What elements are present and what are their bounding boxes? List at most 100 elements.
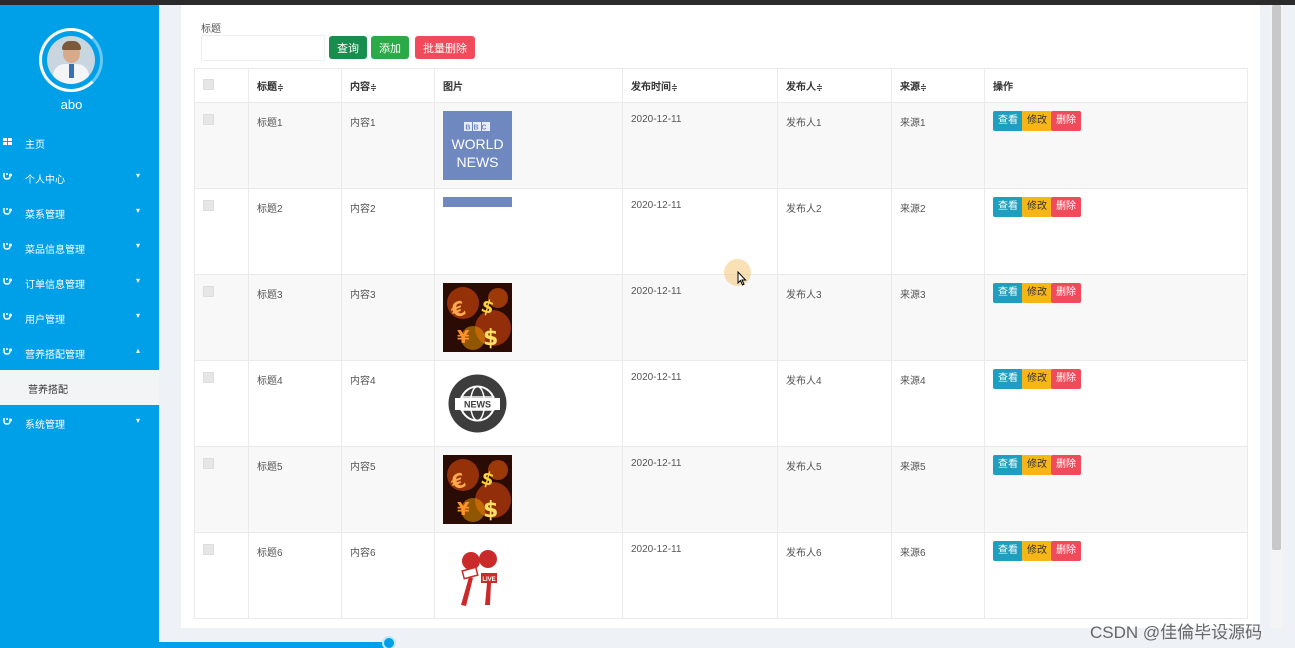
title-search-input[interactable] bbox=[201, 35, 325, 61]
query-button[interactable]: 查询 bbox=[329, 36, 367, 59]
date-cell: 2020-12-11 bbox=[622, 274, 778, 361]
progress-knob[interactable] bbox=[382, 636, 396, 648]
sidebar-item-label: 订单信息管理 bbox=[25, 280, 85, 291]
sort-icon[interactable]: ≑ bbox=[920, 83, 927, 92]
sidebar-item-row[interactable]: 菜品信息管理 ▾ bbox=[0, 230, 159, 265]
view-button[interactable]: 查看 bbox=[993, 541, 1023, 561]
progress-line bbox=[159, 642, 389, 648]
sidebar-item-row[interactable]: 营养搭配 bbox=[0, 370, 159, 405]
sidebar-item[interactable]: 主页 bbox=[0, 125, 159, 160]
sidebar-item-row[interactable]: 营养搭配管理 ▴ bbox=[0, 335, 159, 370]
publisher-cell: 发布人2 bbox=[777, 188, 892, 275]
sidebar-item[interactable]: 个人中心 ▾ bbox=[0, 160, 159, 195]
stethoscope-icon bbox=[3, 173, 12, 180]
delete-button[interactable]: 删除 bbox=[1051, 455, 1081, 475]
sidebar-item[interactable]: 营养搭配 bbox=[0, 370, 159, 405]
actions-cell: 查看 修改 删除 bbox=[984, 274, 1248, 361]
sidebar-item-row[interactable]: 用户管理 ▾ bbox=[0, 300, 159, 335]
edit-button[interactable]: 修改 bbox=[1022, 369, 1052, 389]
dashboard-icon bbox=[3, 138, 12, 145]
bbc-world-text: WORLD bbox=[451, 136, 503, 152]
sidebar-item-row[interactable]: 系统管理 ▾ bbox=[0, 405, 159, 440]
sidebar-item-row[interactable]: 菜系管理 ▾ bbox=[0, 195, 159, 230]
scrollbar-thumb[interactable] bbox=[1272, 5, 1281, 550]
edit-button[interactable]: 修改 bbox=[1022, 197, 1052, 217]
header-content[interactable]: 内容≑ bbox=[341, 68, 435, 103]
table-row: 标题1 内容1 BBC WORLD NEWS 2020-12-11 发布人1 来源1 查看 修改删… bbox=[194, 102, 1248, 189]
add-button[interactable]: 添加 bbox=[371, 36, 409, 59]
date-cell: 2020-12-11 bbox=[622, 360, 778, 447]
edit-button[interactable]: 修改 bbox=[1022, 111, 1052, 131]
header-source[interactable]: 来源≑ bbox=[891, 68, 985, 103]
batch-delete-button[interactable]: 批量删除 bbox=[415, 36, 475, 59]
view-button[interactable]: 查看 bbox=[993, 283, 1023, 303]
sidebar-item-label: 营养搭配 bbox=[28, 385, 68, 396]
row-checkbox[interactable] bbox=[203, 114, 214, 125]
title-cell: 标题3 bbox=[248, 274, 342, 361]
sort-icon[interactable]: ≑ bbox=[370, 83, 377, 92]
sidebar-item-label: 主页 bbox=[25, 140, 45, 151]
delete-button[interactable]: 删除 bbox=[1051, 369, 1081, 389]
header-content-label: 内容 bbox=[350, 82, 370, 93]
header-title[interactable]: 标题≑ bbox=[248, 68, 342, 103]
sidebar-item[interactable]: 系统管理 ▾ bbox=[0, 405, 159, 440]
money-symbols-image: € $¥ $ bbox=[443, 455, 512, 524]
header-actions-label: 操作 bbox=[993, 82, 1013, 93]
delete-button[interactable]: 删除 bbox=[1051, 111, 1081, 131]
edit-button[interactable]: 修改 bbox=[1022, 455, 1052, 475]
actions-cell: 查看 修改 删除 bbox=[984, 446, 1248, 533]
row-checkbox[interactable] bbox=[203, 458, 214, 469]
select-all-checkbox[interactable] bbox=[203, 78, 214, 90]
sidebar-item-row[interactable]: 订单信息管理 ▾ bbox=[0, 265, 159, 300]
sidebar-item-row[interactable]: 个人中心 ▾ bbox=[0, 160, 159, 195]
sidebar-item[interactable]: 菜品信息管理 ▾ bbox=[0, 230, 159, 265]
actions-cell: 查看 修改 删除 bbox=[984, 532, 1248, 619]
image-cell bbox=[434, 188, 623, 275]
edit-button[interactable]: 修改 bbox=[1022, 283, 1052, 303]
delete-button[interactable]: 删除 bbox=[1051, 541, 1081, 561]
row-checkbox[interactable] bbox=[203, 544, 214, 555]
sidebar-item-label: 菜品信息管理 bbox=[25, 245, 85, 256]
sidebar-item[interactable]: 菜系管理 ▾ bbox=[0, 195, 159, 230]
row-checkbox[interactable] bbox=[203, 286, 214, 297]
header-title-label: 标题 bbox=[257, 82, 277, 93]
globe-news-text: NEWS bbox=[464, 400, 491, 410]
header-checkbox-cell bbox=[194, 68, 249, 103]
sidebar-item-label: 系统管理 bbox=[25, 420, 65, 431]
header-source-label: 来源 bbox=[900, 82, 920, 93]
image-cell: BBC WORLD NEWS bbox=[434, 102, 623, 189]
view-button[interactable]: 查看 bbox=[993, 455, 1023, 475]
header-publisher[interactable]: 发布人≑ bbox=[777, 68, 892, 103]
sidebar-item-label: 用户管理 bbox=[25, 315, 65, 326]
watermark: CSDN @佳倫毕设源码 bbox=[1090, 623, 1263, 642]
stethoscope-icon bbox=[3, 278, 12, 285]
sidebar-item[interactable]: 用户管理 ▾ bbox=[0, 300, 159, 335]
chevron-icon: ▴ bbox=[136, 346, 141, 355]
publisher-cell: 发布人6 bbox=[777, 532, 892, 619]
date-cell: 2020-12-11 bbox=[622, 188, 778, 275]
sort-icon[interactable]: ≑ bbox=[671, 83, 678, 92]
publisher-cell: 发布人3 bbox=[777, 274, 892, 361]
avatar[interactable] bbox=[47, 36, 95, 84]
sort-icon[interactable]: ≑ bbox=[816, 83, 823, 92]
view-button[interactable]: 查看 bbox=[993, 111, 1023, 131]
row-checkbox-cell bbox=[194, 102, 249, 189]
row-checkbox-cell bbox=[194, 188, 249, 275]
username: abo bbox=[60, 97, 83, 112]
header-date[interactable]: 发布时间≑ bbox=[622, 68, 778, 103]
bbc-world-news-image: BBC WORLD NEWS bbox=[443, 111, 512, 180]
delete-button[interactable]: 删除 bbox=[1051, 197, 1081, 217]
row-checkbox[interactable] bbox=[203, 372, 214, 383]
sidebar-item-label: 营养搭配管理 bbox=[25, 350, 85, 361]
edit-button[interactable]: 修改 bbox=[1022, 541, 1052, 561]
view-button[interactable]: 查看 bbox=[993, 197, 1023, 217]
sidebar-item-row[interactable]: 主页 bbox=[0, 125, 159, 160]
sidebar-item[interactable]: 营养搭配管理 ▴ bbox=[0, 335, 159, 370]
delete-button[interactable]: 删除 bbox=[1051, 283, 1081, 303]
view-button[interactable]: 查看 bbox=[993, 369, 1023, 389]
header-date-label: 发布时间 bbox=[631, 82, 671, 93]
row-checkbox[interactable] bbox=[203, 200, 214, 211]
sidebar-item[interactable]: 订单信息管理 ▾ bbox=[0, 265, 159, 300]
sort-icon[interactable]: ≑ bbox=[277, 83, 284, 92]
avatar-ring bbox=[39, 28, 103, 92]
